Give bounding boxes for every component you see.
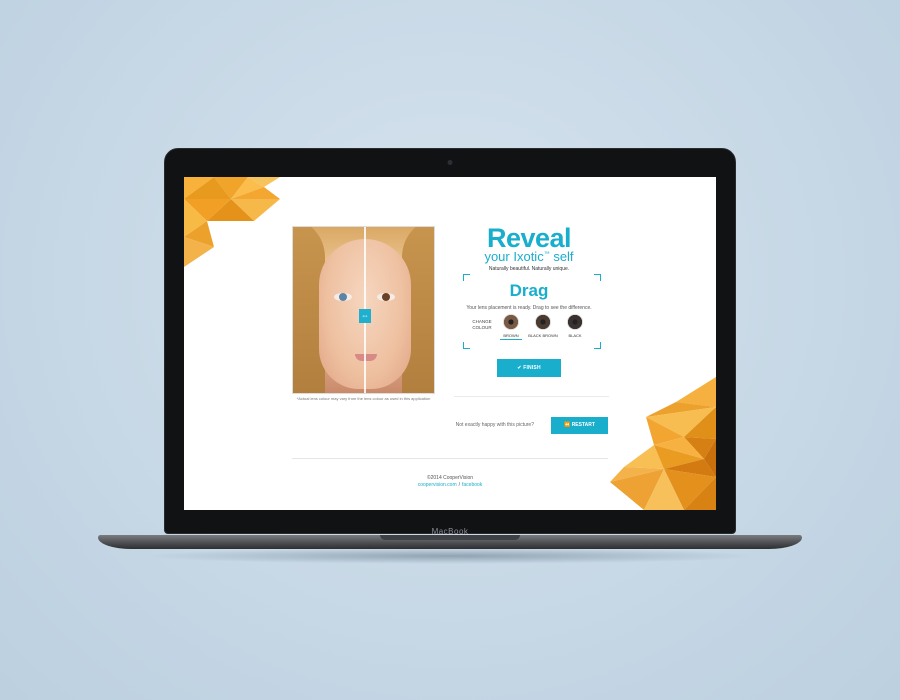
selected-colour-indicator (500, 339, 522, 340)
drag-heading: Drag (509, 281, 549, 300)
unhappy-text: Not exactly happy with this picture? (455, 422, 534, 428)
frame-corner (463, 342, 470, 349)
restart-button[interactable]: ⏪ RESTART (551, 417, 608, 434)
divider (454, 396, 609, 397)
colour-swatch-black[interactable] (567, 314, 583, 330)
drag-arrows-icon[interactable]: ⇔ (359, 309, 371, 323)
drag-instruction: Your lens placement is ready. Drag to se… (466, 305, 592, 311)
footer-links: coopervision.com / facebook (417, 482, 483, 488)
colour-swatch-black-brown[interactable] (535, 314, 551, 330)
copyright: ©2014 CooperVision (426, 475, 474, 481)
finish-button[interactable]: ✔ FINISH (497, 359, 561, 377)
triangle-decor (184, 177, 716, 510)
triangle-decor-bottom-right (610, 377, 716, 510)
change-colour-label: CHANGE COLOUR (472, 319, 492, 330)
eye-original (334, 293, 352, 301)
facebook-link[interactable]: facebook (462, 482, 482, 488)
frame-corner (463, 274, 470, 281)
laptop-shadow (140, 548, 760, 564)
face-comparison-photo[interactable]: ⇔ (292, 226, 435, 394)
frame-corner (594, 274, 601, 281)
hero-subtitle: your Ixotic™ self (484, 249, 574, 264)
lens-disclaimer: *Actual lens colour may vary from the le… (296, 396, 431, 401)
mouth (355, 354, 377, 361)
app-screen: ⇔ *Actual lens colour may vary from the … (184, 177, 716, 510)
colour-swatch-brown[interactable] (503, 314, 519, 330)
triangle-decor-top-left (184, 177, 280, 267)
rewind-icon: ⏪ (564, 422, 572, 428)
hero-tagline: Naturally beautiful. Naturally unique. (488, 266, 570, 272)
colour-label-black: BLACK (568, 333, 582, 338)
divider (292, 458, 608, 459)
laptop-brand: MacBook (431, 527, 469, 536)
eye-with-lens (377, 293, 395, 301)
coopervision-link[interactable]: coopervision.com (418, 482, 457, 488)
frame-corner (594, 342, 601, 349)
camera (447, 160, 453, 165)
